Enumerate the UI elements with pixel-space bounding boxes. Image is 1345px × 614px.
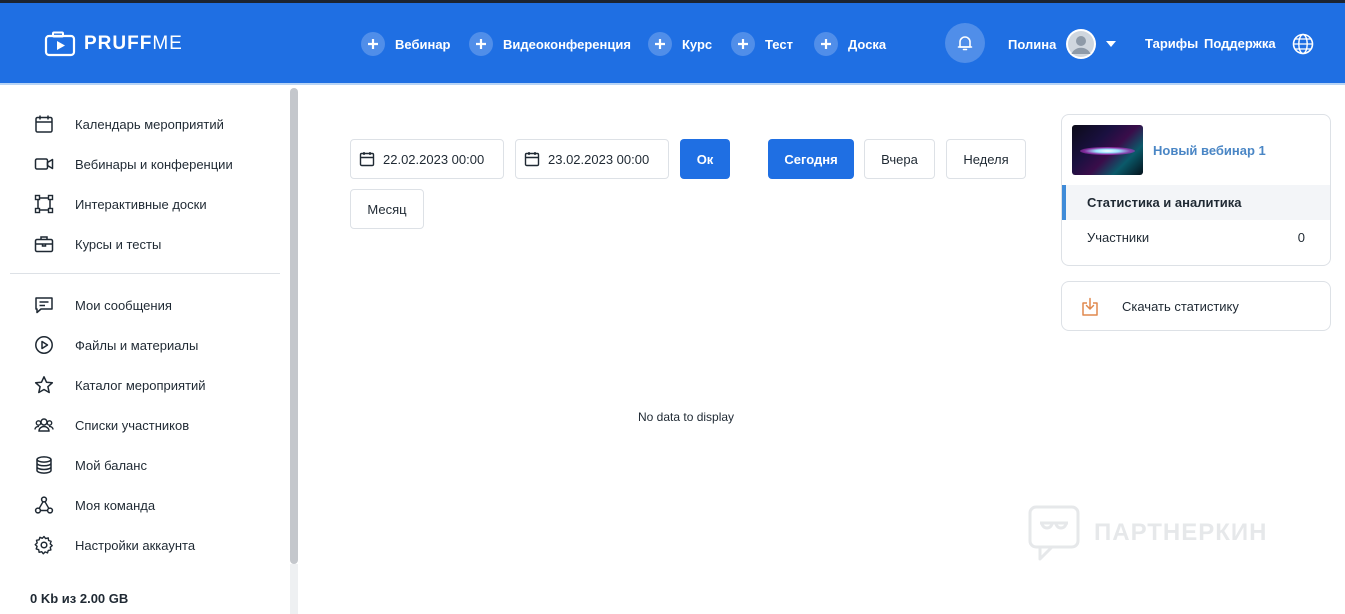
event-thumbnail[interactable]: [1072, 125, 1143, 175]
empty-state-message: No data to display: [638, 410, 735, 424]
create-board-label: Доска: [848, 36, 887, 52]
star-icon: [34, 375, 54, 395]
sidebar-item-participants[interactable]: Списки участников: [34, 413, 189, 437]
play-screen-icon: [44, 31, 76, 57]
download-statistics-label: Скачать статистику: [1122, 299, 1239, 314]
users-icon: [34, 415, 54, 435]
event-title-link[interactable]: Новый вебинар 1: [1153, 143, 1266, 158]
avatar: [1066, 29, 1097, 59]
sidebar-item-webinars[interactable]: Вебинары и конференции: [34, 152, 233, 176]
sidebar-item-files[interactable]: Файлы и материалы: [34, 333, 198, 357]
week-button[interactable]: Неделя: [946, 139, 1026, 179]
plus-icon: [648, 32, 672, 56]
watermark: ПАРТНЕРКИН: [1028, 505, 1268, 561]
plus-icon: [731, 32, 755, 56]
plus-icon: [469, 32, 493, 56]
sidebar-item-label: Вебинары и конференции: [75, 156, 233, 172]
sidebar-item-boards[interactable]: Интерактивные доски: [34, 192, 207, 216]
sidebar-scrollbar[interactable]: [290, 88, 298, 564]
notifications-button[interactable]: [945, 23, 985, 63]
sidebar-item-catalog[interactable]: Каталог мероприятий: [34, 373, 206, 397]
participants-count: 0: [1297, 230, 1305, 245]
create-videoconference-button[interactable]: Видеоконференция: [469, 31, 631, 57]
download-icon: [1082, 297, 1098, 316]
message-icon: [34, 295, 54, 315]
video-camera-icon: [34, 154, 54, 174]
sidebar-scroll-track: [290, 564, 298, 614]
sidebar-item-label: Интерактивные доски: [75, 196, 207, 212]
sidebar-item-label: Каталог мероприятий: [75, 377, 206, 393]
sidebar-item-courses[interactable]: Курсы и тесты: [34, 232, 161, 256]
sidebar-item-label: Календарь мероприятий: [75, 116, 224, 132]
date-from-input[interactable]: 22.02.2023 00:00: [350, 139, 504, 179]
plus-icon: [361, 32, 385, 56]
sidebar-item-label: Файлы и материалы: [75, 337, 199, 353]
sidebar-item-label: Настройки аккаунта: [75, 537, 196, 553]
briefcase-icon: [34, 234, 54, 254]
bell-icon: [957, 36, 973, 51]
sidebar-item-messages[interactable]: Мои сообщения: [34, 293, 172, 317]
create-test-button[interactable]: Тест: [731, 31, 793, 57]
user-menu[interactable]: Полина: [1008, 28, 1117, 60]
globe-icon[interactable]: [1292, 33, 1314, 55]
watermark-text: ПАРТНЕРКИН: [1094, 519, 1268, 546]
menu-item-statistics-label: Статистика и аналитика: [1087, 195, 1242, 210]
create-course-label: Курс: [682, 36, 713, 52]
team-nodes-icon: [34, 495, 54, 515]
calendar-icon: [524, 152, 540, 167]
gear-icon: [34, 535, 54, 555]
sidebar-item-label: Курсы и тесты: [75, 236, 162, 252]
create-webinar-button[interactable]: Вебинар: [361, 31, 451, 57]
user-name: Полина: [1008, 36, 1057, 52]
sidebar-item-label: Мой баланс: [75, 457, 147, 473]
active-indicator: [1062, 185, 1066, 220]
create-webinar-label: Вебинар: [395, 36, 451, 52]
create-test-label: Тест: [765, 36, 793, 52]
sidebar-item-label: Моя команда: [75, 497, 156, 513]
database-icon: [34, 455, 54, 475]
date-to-value: 23.02.2023 00:00: [548, 151, 650, 167]
sidebar-item-calendar[interactable]: Календарь мероприятий: [34, 112, 224, 136]
play-circle-icon: [34, 335, 54, 355]
sidebar-item-settings[interactable]: Настройки аккаунта: [34, 533, 195, 557]
date-from-value: 22.02.2023 00:00: [383, 151, 485, 167]
watermark-logo-icon: [1028, 505, 1080, 561]
tariffs-link[interactable]: Тарифы: [1145, 36, 1198, 51]
storage-usage: 0 Kb из 2.00 GB: [30, 591, 129, 606]
sidebar-item-label: Мои сообщения: [75, 297, 172, 313]
calendar-icon: [359, 152, 375, 167]
sidebar-divider: [10, 273, 280, 274]
logo[interactable]: PRUFFME: [44, 30, 183, 58]
date-to-input[interactable]: 23.02.2023 00:00: [515, 139, 669, 179]
caret-down-icon: [1106, 41, 1117, 47]
support-link[interactable]: Поддержка: [1204, 36, 1276, 51]
calendar-icon: [34, 114, 54, 134]
top-header: PRUFFME Вебинар Видеоконференция Курс Те…: [0, 3, 1345, 83]
today-button[interactable]: Сегодня: [768, 139, 854, 179]
ok-button[interactable]: Ок: [680, 139, 730, 179]
plus-icon: [814, 32, 838, 56]
yesterday-button[interactable]: Вчера: [864, 139, 935, 179]
logo-text: PRUFFME: [84, 33, 183, 54]
sidebar-item-balance[interactable]: Мой баланс: [34, 453, 147, 477]
whiteboard-icon: [34, 194, 54, 214]
event-card: Новый вебинар 1 Статистика и аналитика У…: [1061, 114, 1331, 266]
sidebar-item-label: Списки участников: [75, 417, 190, 433]
create-videoconference-label: Видеоконференция: [503, 36, 631, 52]
menu-item-participants[interactable]: Участники: [1087, 230, 1149, 245]
sidebar-item-team[interactable]: Моя команда: [34, 493, 155, 517]
month-button[interactable]: Месяц: [350, 189, 424, 229]
download-statistics-button[interactable]: Скачать статистику: [1061, 281, 1331, 331]
create-course-button[interactable]: Курс: [648, 31, 712, 57]
create-board-button[interactable]: Доска: [814, 31, 886, 57]
